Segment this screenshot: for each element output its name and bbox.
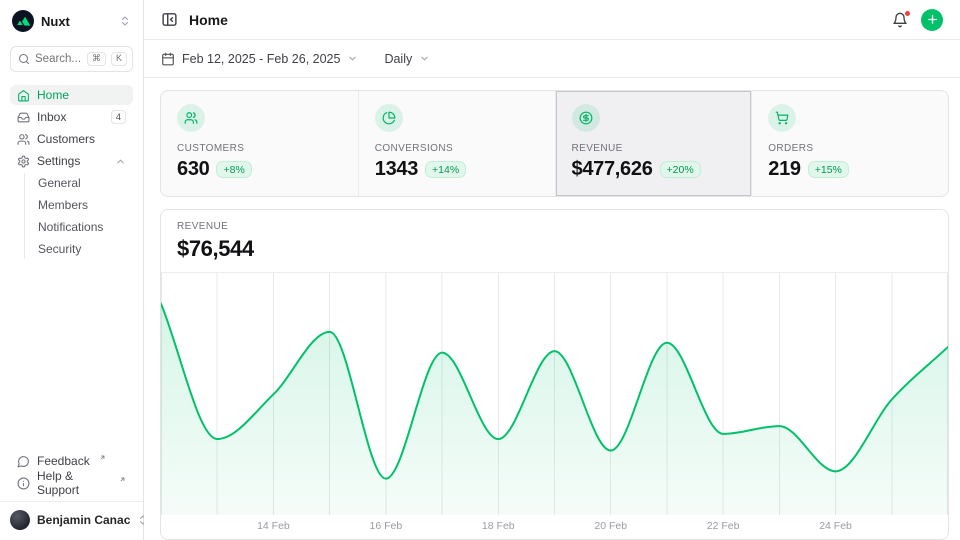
user-name: Benjamin Canac bbox=[37, 513, 130, 527]
chart-header: REVENUE $76,544 bbox=[161, 210, 948, 273]
chart-plot-area[interactable] bbox=[161, 273, 948, 515]
workspace-switcher[interactable]: Nuxt bbox=[10, 8, 133, 34]
notification-dot bbox=[904, 10, 911, 17]
stats-row: CUSTOMERS 630 +8% CONVERSIONS 1343 +14% bbox=[160, 90, 949, 197]
stat-value: 1343 bbox=[375, 158, 418, 181]
chevron-down-icon bbox=[419, 53, 430, 64]
chart-metric-label: REVENUE bbox=[177, 221, 932, 232]
sidebar-item-customers[interactable]: Customers bbox=[10, 129, 133, 149]
page-title: Home bbox=[189, 12, 228, 28]
sidebar-item-security[interactable]: Security bbox=[30, 239, 133, 259]
users-icon bbox=[177, 104, 205, 132]
cart-icon bbox=[768, 104, 796, 132]
sidebar-item-inbox[interactable]: Inbox 4 bbox=[10, 107, 133, 127]
main-panel: Home Feb 12, 2025 - Feb 26, 2025 bbox=[144, 0, 960, 540]
stat-value: 630 bbox=[177, 158, 209, 181]
delta-badge: +8% bbox=[216, 161, 251, 178]
x-axis-tick: 22 Feb bbox=[707, 520, 740, 532]
stat-card-revenue[interactable]: REVENUE $477,626 +20% bbox=[555, 91, 752, 196]
stat-card-orders[interactable]: ORDERS 219 +15% bbox=[751, 91, 948, 196]
notifications-button[interactable] bbox=[892, 12, 908, 28]
feedback-link[interactable]: Feedback bbox=[10, 451, 133, 471]
delta-badge: +20% bbox=[660, 161, 701, 178]
nuxt-logo-icon bbox=[12, 10, 34, 32]
sidebar-item-members[interactable]: Members bbox=[30, 195, 133, 215]
toolbar: Feb 12, 2025 - Feb 26, 2025 Daily bbox=[144, 40, 960, 78]
users-icon bbox=[17, 133, 30, 146]
chevron-down-icon bbox=[347, 53, 358, 64]
x-axis-tick: 18 Feb bbox=[482, 520, 515, 532]
inbox-icon bbox=[17, 111, 30, 124]
x-axis-tick: 24 Feb bbox=[819, 520, 852, 532]
plus-icon bbox=[926, 13, 939, 26]
stat-card-customers[interactable]: CUSTOMERS 630 +8% bbox=[161, 91, 358, 196]
sidebar-item-notifications[interactable]: Notifications bbox=[30, 217, 133, 237]
chevrons-up-down-icon bbox=[119, 15, 131, 27]
period-select[interactable]: Daily bbox=[384, 52, 430, 66]
content: CUSTOMERS 630 +8% CONVERSIONS 1343 +14% bbox=[144, 78, 960, 540]
sidebar-item-home[interactable]: Home bbox=[10, 85, 133, 105]
add-button[interactable] bbox=[921, 9, 943, 31]
workspace-name: Nuxt bbox=[41, 14, 112, 29]
external-link-icon bbox=[99, 454, 106, 461]
stat-value: 219 bbox=[768, 158, 800, 181]
delta-badge: +15% bbox=[808, 161, 849, 178]
info-circle-icon bbox=[17, 477, 30, 490]
collapse-sidebar-button[interactable] bbox=[161, 11, 178, 28]
user-menu[interactable]: Benjamin Canac bbox=[0, 501, 143, 536]
chart-x-axis: 14 Feb 16 Feb 18 Feb 20 Feb 22 Feb 24 Feb bbox=[161, 515, 948, 539]
sidebar-footer: Feedback Help & Support Benjamin Canac bbox=[10, 451, 133, 536]
chevron-up-icon bbox=[115, 156, 126, 167]
help-support-link[interactable]: Help & Support bbox=[10, 473, 133, 493]
external-link-icon bbox=[119, 476, 126, 483]
settings-subnav: General Members Notifications Security bbox=[24, 173, 133, 259]
revenue-area-chart bbox=[161, 273, 948, 515]
delta-badge: +14% bbox=[425, 161, 466, 178]
sidebar-nav: Home Inbox 4 Customers Settings Genera bbox=[10, 85, 133, 261]
calendar-icon bbox=[161, 52, 175, 66]
home-icon bbox=[17, 89, 30, 102]
circle-dollar-icon bbox=[572, 104, 600, 132]
search-box[interactable]: ⌘ K bbox=[10, 46, 133, 72]
sidebar: Nuxt ⌘ K Home Inbox 4 bbox=[0, 0, 144, 540]
search-input[interactable] bbox=[35, 53, 82, 65]
stat-card-conversions[interactable]: CONVERSIONS 1343 +14% bbox=[358, 91, 555, 196]
inbox-count-badge: 4 bbox=[111, 110, 126, 124]
chart-pie-icon bbox=[375, 104, 403, 132]
revenue-chart-card: REVENUE $76,544 14 Feb 16 Feb 18 Feb 20 Feb… bbox=[160, 209, 949, 540]
main-header: Home bbox=[144, 0, 960, 40]
avatar bbox=[10, 510, 30, 530]
x-axis-tick: 14 Feb bbox=[257, 520, 290, 532]
stat-value: $477,626 bbox=[572, 158, 653, 181]
x-axis-tick: 20 Feb bbox=[594, 520, 627, 532]
x-axis-tick: 16 Feb bbox=[369, 520, 402, 532]
kbd-cmd: ⌘ bbox=[87, 52, 106, 67]
date-range-label: Feb 12, 2025 - Feb 26, 2025 bbox=[182, 52, 340, 66]
message-bubble-icon bbox=[17, 455, 30, 468]
panel-left-icon bbox=[161, 11, 178, 28]
chart-metric-value: $76,544 bbox=[177, 236, 932, 262]
kbd-k: K bbox=[111, 52, 127, 67]
date-range-picker[interactable]: Feb 12, 2025 - Feb 26, 2025 bbox=[161, 52, 358, 66]
period-label: Daily bbox=[384, 52, 412, 66]
sidebar-item-general[interactable]: General bbox=[30, 173, 133, 193]
gear-icon bbox=[17, 155, 30, 168]
sidebar-item-settings[interactable]: Settings bbox=[10, 151, 133, 171]
search-icon bbox=[18, 53, 30, 65]
